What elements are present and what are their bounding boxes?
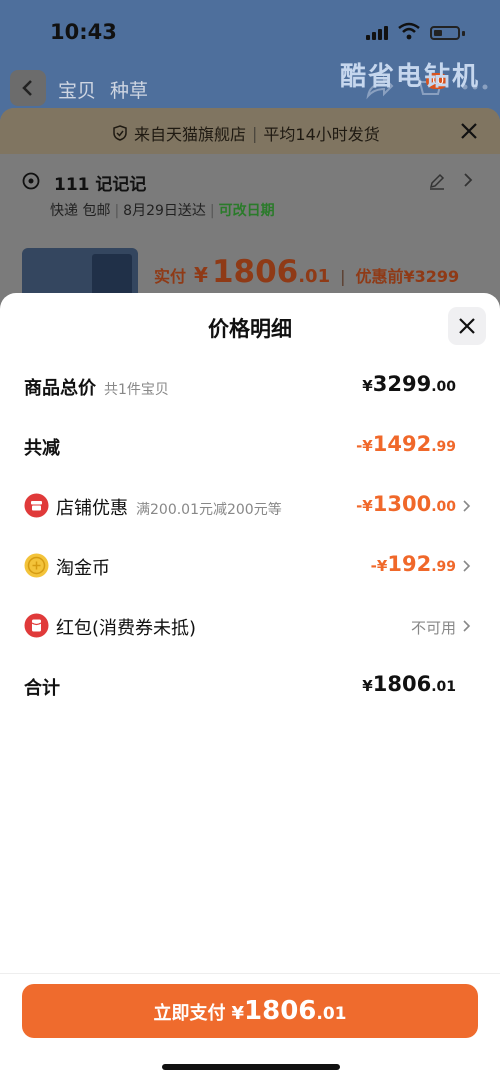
grand-total-amount: ¥1806.01	[362, 672, 456, 696]
pay-int: 1806	[244, 996, 317, 1026]
signal-icon	[366, 26, 392, 40]
store-bar: 来自天猫旗舰店 | 平均14小时发货	[0, 108, 500, 154]
red-packet-label: 红包(消费券未抵)	[56, 618, 197, 639]
close-button[interactable]	[448, 307, 486, 345]
paid-label: 实付	[154, 267, 187, 286]
red-packet-icon	[24, 613, 49, 638]
paid-int: 1806	[211, 254, 299, 290]
status-time: 10:43	[50, 20, 117, 44]
tao-coins-amount: -¥192.99	[370, 552, 456, 576]
tab-seeding[interactable]: 种草	[110, 76, 148, 103]
chevron-right-icon	[463, 560, 471, 572]
tab-item[interactable]: 宝贝	[58, 76, 96, 103]
chevron-right-icon	[464, 173, 473, 187]
edit-icon[interactable]	[428, 172, 446, 190]
store-source: 来自天猫旗舰店	[134, 125, 247, 144]
before-discount-value: ¥3299	[403, 267, 460, 286]
battery-icon	[430, 26, 460, 40]
row-goods-total: 商品总价 共1件宝贝 ¥3299.00	[0, 371, 500, 401]
total-discount-label: 共减	[24, 438, 60, 459]
store-discount-icon	[24, 493, 49, 518]
store-discount-amount: -¥1300.00	[356, 492, 456, 516]
home-indicator	[162, 1064, 340, 1070]
store-discount-label: 店铺优惠	[56, 498, 128, 519]
address-name: 111 记记记	[54, 175, 147, 195]
goods-total-label: 商品总价	[24, 378, 96, 399]
tao-coins-label: 淘金币	[56, 558, 110, 579]
row-store-discount[interactable]: 店铺优惠 满200.01元减200元等 -¥1300.00	[0, 491, 500, 521]
back-button[interactable]	[10, 70, 46, 106]
goods-total-amount: ¥3299.00	[362, 372, 456, 396]
shield-check-icon	[113, 125, 127, 141]
pay-dec: .01	[316, 1004, 347, 1024]
store-discount-rule: 满200.01元减200元等	[136, 502, 282, 518]
price-detail-sheet: 价格明细 商品总价 共1件宝贝 ¥3299.00 共减 -¥1492.99 店铺优…	[0, 293, 500, 1081]
row-total-discount: 共减 -¥1492.99	[0, 431, 500, 461]
row-grand-total: 合计 ¥1806.01	[0, 671, 500, 701]
total-discount-amount: -¥1492.99	[356, 432, 456, 456]
row-red-packet[interactable]: 红包(消费券未抵) 不可用	[0, 611, 500, 641]
paid-summary: 实付 ¥ 1806 .01 | 优惠前 ¥3299	[154, 254, 460, 290]
delivery-method: 快递 包邮	[50, 203, 111, 219]
chevron-right-icon	[463, 620, 471, 632]
delivery-date: 8月29日送达	[123, 203, 206, 219]
before-discount-label: 优惠前	[355, 267, 404, 286]
banner-text: 酷省电钻机	[340, 62, 481, 92]
pay-now-button[interactable]: 立即支付 ¥ 1806 .01	[22, 984, 478, 1038]
chevron-right-icon	[463, 500, 471, 512]
grand-total-label: 合计	[24, 678, 60, 699]
footer-divider	[0, 973, 500, 974]
goods-count: 共1件宝贝	[104, 382, 169, 398]
coin-icon	[24, 553, 49, 578]
red-packet-status: 不可用	[410, 619, 456, 637]
status-bar: 10:43	[0, 0, 500, 62]
avg-ship-time: 平均14小时发货	[263, 125, 380, 144]
change-date-link[interactable]: 可改日期	[219, 203, 275, 219]
chevron-left-icon	[22, 80, 32, 96]
location-pin-icon	[22, 172, 40, 190]
pay-now-label: 立即支付	[153, 1003, 226, 1024]
wifi-icon	[398, 22, 420, 40]
row-tao-coins[interactable]: 淘金币 -¥192.99	[0, 551, 500, 581]
paid-dec: .01	[298, 266, 331, 287]
paid-currency: ¥	[194, 263, 208, 287]
close-icon	[459, 318, 475, 334]
sheet-title: 价格明细	[208, 317, 292, 341]
close-icon[interactable]	[458, 120, 480, 142]
pay-currency: ¥	[231, 1003, 245, 1024]
